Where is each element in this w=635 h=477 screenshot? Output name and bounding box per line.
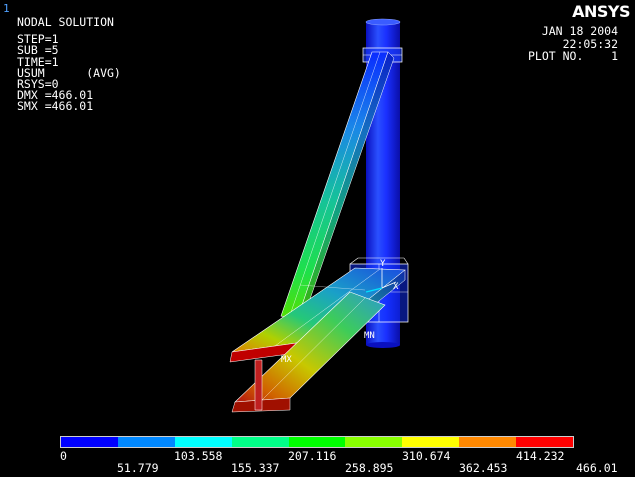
legend-swatch [231,437,289,447]
legend-swatch [345,437,403,447]
graphics-viewport[interactable]: 1 ANSYS NODAL SOLUTION STEP=1 SUB =5 TIM… [0,0,635,477]
legend-label: 466.01 [576,461,618,475]
legend-label: 51.779 [117,461,159,475]
legend-label: 155.337 [231,461,280,475]
legend-swatch [61,437,118,447]
legend-label: 258.895 [345,461,394,475]
legend-swatch [459,437,517,447]
legend-label: 414.232 [516,449,565,463]
legend-swatch [516,437,574,447]
legend-swatch [117,437,175,447]
legend-label: 103.558 [174,449,223,463]
legend-label: 362.453 [459,461,508,475]
legend-label: 207.116 [288,449,337,463]
max-marker: MX [281,355,292,365]
legend-swatch [174,437,232,447]
y-axis-label: Y [380,259,386,269]
legend-swatch [402,437,460,447]
legend-swatch [288,437,346,447]
contour-legend [60,436,574,448]
legend-label: 310.674 [402,449,451,463]
x-axis-label: X [393,282,399,292]
legend-label: 0 [60,449,67,463]
deformed-model[interactable] [0,0,635,477]
min-marker: MN [364,331,375,341]
